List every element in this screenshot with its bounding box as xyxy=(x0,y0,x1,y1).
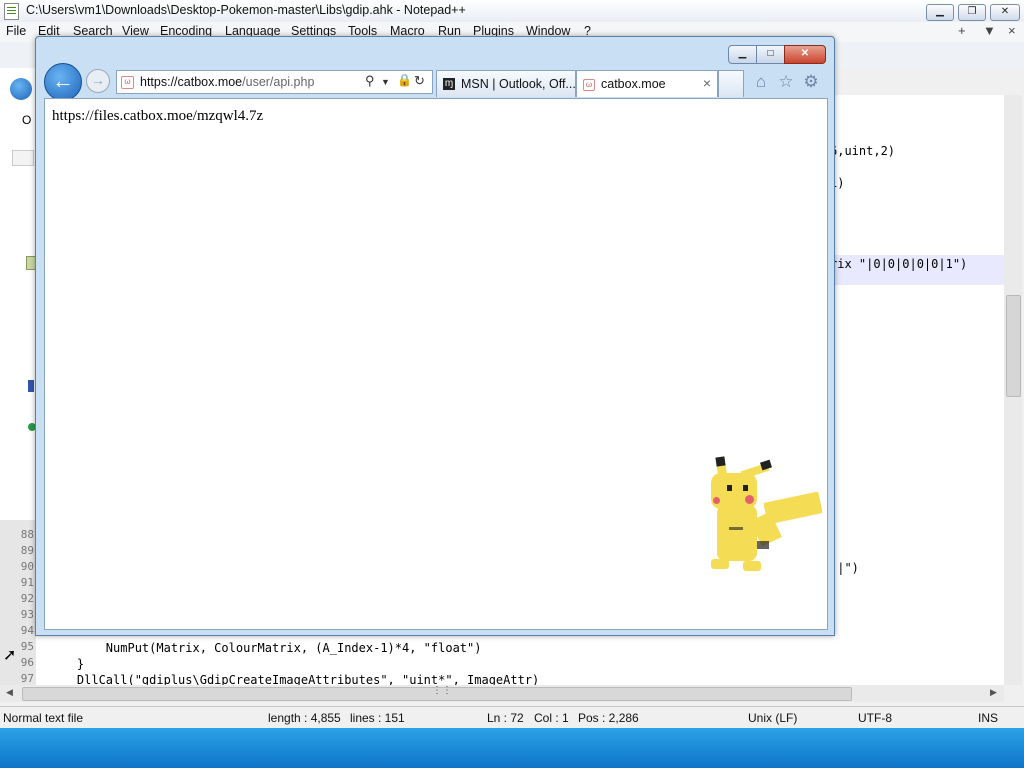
status-eol: Unix (LF) xyxy=(748,711,798,725)
panel-tool-icon[interactable] xyxy=(12,150,34,166)
favorites-icon[interactable]: ☆ xyxy=(775,71,797,93)
address-host: https://catbox.moe xyxy=(140,75,243,89)
line-number: 90 xyxy=(20,560,34,573)
pikachu-sprite[interactable] xyxy=(705,456,825,579)
page-content: https://files.catbox.moe/mzqwl4.7z xyxy=(44,98,828,630)
line-number: 97 xyxy=(20,672,34,685)
line-number: 92 xyxy=(20,592,34,605)
line-number: 91 xyxy=(20,576,34,589)
msn-icon: ɱ xyxy=(443,78,455,90)
taskbar xyxy=(0,728,1024,768)
close-doc-icon[interactable]: × xyxy=(1008,23,1016,38)
vertical-scrollbar[interactable] xyxy=(1004,95,1022,685)
scroll-left-icon[interactable]: ◀ xyxy=(6,687,13,698)
close-button[interactable]: ✕ xyxy=(990,4,1020,21)
left-panel: O xyxy=(0,68,37,520)
browser-minimize-button[interactable]: ▁ xyxy=(728,45,757,64)
status-ln: Ln : 72 xyxy=(487,711,524,725)
scroll-thumb[interactable] xyxy=(1006,295,1021,397)
address-path: /user/api.php xyxy=(242,75,315,89)
back-button[interactable]: ← xyxy=(44,63,82,101)
notepadpp-title: C:\Users\vm1\Downloads\Desktop-Pokemon-m… xyxy=(26,3,466,17)
browser-close-button[interactable]: ✕ xyxy=(784,45,826,64)
tab-label: catbox.moe xyxy=(601,77,666,91)
new-tab-icon[interactable]: + xyxy=(958,23,966,38)
status-filetype: Normal text file xyxy=(3,711,84,725)
status-col: Col : 1 xyxy=(534,711,569,725)
code-fragment: rix "|0|0|0|0|0|1") xyxy=(830,257,968,271)
tab-catbox[interactable]: ω catbox.moe × xyxy=(576,70,718,97)
tab-label: MSN | Outlook, Off... xyxy=(461,77,576,91)
status-length: length : 4,855 xyxy=(268,711,341,725)
address-url[interactable]: https://catbox.moe/user/api.php xyxy=(140,75,314,89)
search-icon[interactable]: ⚲ xyxy=(365,73,375,89)
menu-file[interactable]: File xyxy=(6,24,26,38)
lock-icon[interactable]: 🔒 xyxy=(397,73,412,87)
tab-list-icon[interactable]: ▼ xyxy=(983,23,996,38)
mouse-cursor-icon: ➚ xyxy=(3,647,17,664)
scroll-right-icon[interactable]: ▶ xyxy=(990,687,997,698)
forward-button[interactable]: → xyxy=(86,69,110,93)
browser-maximize-button[interactable]: □ xyxy=(756,45,785,64)
site-favicon: ω xyxy=(121,76,134,89)
code-line: } xyxy=(48,657,85,671)
address-bar[interactable]: ω https://catbox.moe/user/api.php ⚲ ▼ 🔒 … xyxy=(116,70,433,94)
restore-button[interactable]: ❐ xyxy=(958,4,986,21)
panel-label: O xyxy=(22,113,32,127)
status-lines: lines : 151 xyxy=(350,711,405,725)
home-icon[interactable]: ⌂ xyxy=(750,71,772,93)
horizontal-scrollbar[interactable]: ◀ ⋮⋮ ▶ xyxy=(0,685,1004,702)
refresh-icon[interactable]: ↻ xyxy=(414,73,425,89)
notepadpp-titlebar[interactable]: C:\Users\vm1\Downloads\Desktop-Pokemon-m… xyxy=(0,0,1024,22)
line-number: 94 xyxy=(20,624,34,637)
grip-icon: ⋮⋮ xyxy=(432,685,452,696)
code-fragment: 6,uint,2) xyxy=(830,144,896,158)
line-number: 89 xyxy=(20,544,34,557)
minimize-button[interactable]: ▁ xyxy=(926,4,954,21)
status-encoding: UTF-8 xyxy=(858,711,892,725)
panel-back-icon[interactable] xyxy=(10,78,32,100)
status-bar: Normal text file length : 4,855 lines : … xyxy=(0,706,1024,729)
status-pos: Pos : 2,286 xyxy=(578,711,639,725)
tab-close-icon[interactable]: × xyxy=(703,75,711,91)
notepad-icon xyxy=(4,3,19,20)
tab-msn[interactable]: ɱ MSN | Outlook, Off... xyxy=(436,70,576,97)
line-number: 93 xyxy=(20,608,34,621)
dropdown-icon[interactable]: ▼ xyxy=(381,77,390,87)
status-mode: INS xyxy=(978,711,999,725)
code-line: NumPut(Matrix, ColourMatrix, (A_Index-1)… xyxy=(48,641,482,655)
uploaded-file-url[interactable]: https://files.catbox.moe/mzqwl4.7z xyxy=(52,108,263,125)
browser-window: ▁ □ ✕ ← → ω https://catbox.moe/user/api.… xyxy=(35,36,835,636)
line-number: 88 xyxy=(20,528,34,541)
panel-item-icon[interactable] xyxy=(28,380,34,392)
catbox-icon: ω xyxy=(583,79,595,91)
new-tab-button[interactable] xyxy=(718,70,744,97)
settings-gear-icon[interactable]: ⚙ xyxy=(800,71,822,93)
